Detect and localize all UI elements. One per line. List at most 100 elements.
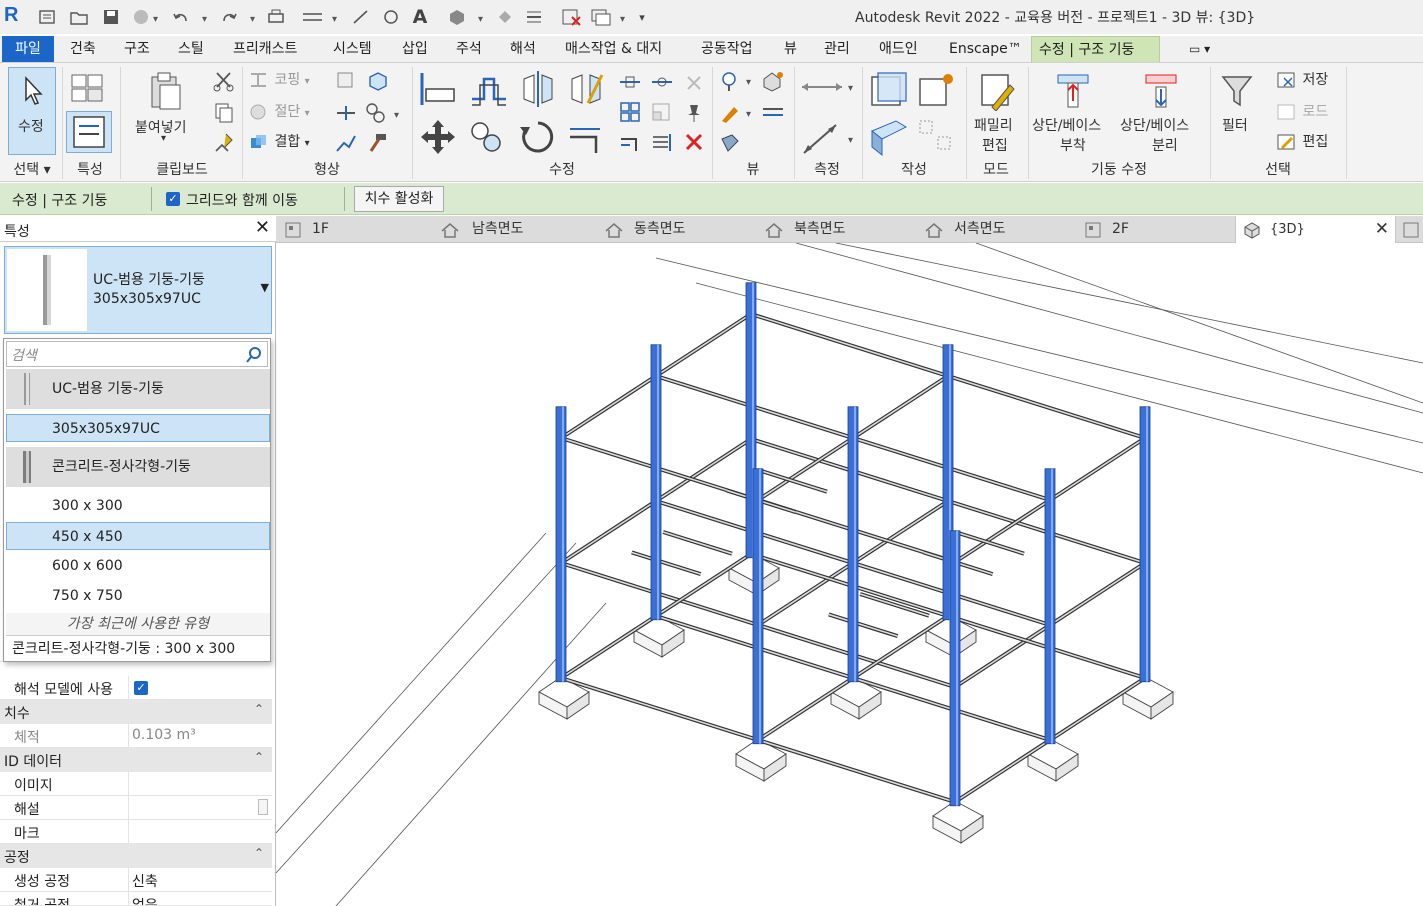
type-option[interactable]: 750 x 750 <box>6 582 270 610</box>
prop-group-id-data[interactable]: ID 데이터 ⌃ <box>0 748 272 772</box>
structural-column[interactable] <box>847 406 859 683</box>
measure-between-icon[interactable]: ▾ <box>800 73 858 103</box>
aligned-dimension-icon[interactable]: ▾ <box>800 121 858 157</box>
copy-element-icon[interactable] <box>466 117 506 157</box>
structural-column[interactable] <box>1044 468 1056 745</box>
mirror-axis-icon[interactable] <box>518 69 558 109</box>
print-icon[interactable] <box>264 6 288 28</box>
redo-icon[interactable]: ▾ <box>220 6 260 28</box>
selection-box-icon[interactable] <box>760 69 786 93</box>
split-element-icon[interactable] <box>618 71 642 93</box>
close-view-icon[interactable]: ✕ <box>1375 216 1389 243</box>
save-selection-button[interactable]: 저장 <box>1276 69 1346 91</box>
view-tab-east-elevation[interactable]: 동측면도 <box>602 216 752 243</box>
create-group-icon[interactable] <box>916 117 958 157</box>
paint-icon[interactable]: ▾ <box>364 101 404 125</box>
geometry-box-icon[interactable] <box>366 69 390 93</box>
filter-button[interactable]: 필터 <box>1214 69 1260 157</box>
hammer-icon[interactable] <box>366 131 390 155</box>
tabs-overflow-icon[interactable] <box>1400 216 1422 243</box>
view-tab-1f[interactable]: 1F <box>282 216 432 243</box>
match-type-icon[interactable] <box>212 131 236 155</box>
aligned-dim-icon[interactable] <box>350 6 372 28</box>
view-tab-north-elevation[interactable]: 북측면도 <box>762 216 912 243</box>
prop-row-mark[interactable]: 마크 <box>0 820 272 844</box>
tab-modify-structural-column[interactable]: 수정 | 구조 기둥 <box>1031 36 1160 62</box>
structural-column[interactable] <box>650 344 662 621</box>
home-icon[interactable] <box>36 6 58 28</box>
view-tab-west-elevation[interactable]: 서측면도 <box>922 216 1072 243</box>
measure-qa-icon[interactable]: ▾ <box>300 6 344 28</box>
edit-selection-button[interactable]: 편집 <box>1276 131 1346 153</box>
tab-collaborate[interactable]: 공동작업 <box>694 36 760 62</box>
tab-addins[interactable]: 애드인 <box>872 36 925 62</box>
customize-qa-icon[interactable]: ▾ <box>634 6 650 28</box>
tab-steel[interactable]: 스틸 <box>171 36 211 62</box>
mirror-draw-icon[interactable] <box>566 69 606 109</box>
load-selection-button[interactable]: 로드 <box>1276 101 1346 123</box>
split-gap-icon[interactable] <box>650 71 674 93</box>
paste-button[interactable]: 붙여넣기 ▾ <box>132 67 202 155</box>
section-icon[interactable] <box>494 6 516 28</box>
type-properties-icon[interactable] <box>68 71 108 107</box>
tab-precast[interactable]: 프리캐스트 <box>226 36 304 62</box>
tag-icon[interactable] <box>380 6 402 28</box>
revit-logo-icon[interactable]: R <box>4 4 28 28</box>
unpin-icon[interactable] <box>682 71 706 93</box>
modify-button[interactable]: 수정 <box>8 67 56 155</box>
thin-lines-icon[interactable] <box>522 6 546 28</box>
panel-toggle-icon[interactable]: ▭ ▾ <box>1182 36 1217 62</box>
detach-top-base-button[interactable]: 상단/베이스 분리 <box>1118 69 1206 157</box>
type-option[interactable]: 450 x 450 <box>6 522 270 550</box>
tab-file[interactable]: 파일 <box>2 36 54 62</box>
view-tab-3d[interactable]: {3D} ✕ <box>1235 216 1396 243</box>
structural-column[interactable] <box>752 468 764 745</box>
copy-icon[interactable] <box>212 101 236 125</box>
tab-view[interactable]: 뷰 <box>777 36 804 62</box>
close-icon[interactable]: ✕ <box>255 217 270 238</box>
trim-single-icon[interactable] <box>618 131 642 153</box>
linework-icon[interactable] <box>760 101 786 125</box>
move-icon[interactable] <box>418 117 458 157</box>
tab-annotate[interactable]: 주석 <box>449 36 489 62</box>
panel-select-label[interactable]: 선택 ▾ <box>4 160 60 180</box>
tab-structure[interactable]: 구조 <box>117 36 157 62</box>
trim-extend-icon[interactable] <box>566 117 606 157</box>
3d-viewport[interactable] <box>276 243 1423 906</box>
type-search-input[interactable]: 검색 <box>6 341 268 367</box>
close-hidden-icon[interactable] <box>560 6 584 28</box>
delete-icon[interactable] <box>682 131 706 153</box>
prop-row-comments[interactable]: 해설 <box>0 796 272 820</box>
tab-massing-site[interactable]: 매스작업 & 대지 <box>558 36 669 62</box>
scale-icon[interactable] <box>650 101 674 123</box>
chevron-down-icon[interactable]: ▼ <box>261 281 269 294</box>
prop-group-dimensions[interactable]: 치수 ⌃ <box>0 700 272 724</box>
tab-systems[interactable]: 시스템 <box>326 36 379 62</box>
view-tab-2f[interactable]: 2F <box>1082 216 1232 243</box>
edit-family-button[interactable]: 패밀리 편집 <box>970 69 1024 157</box>
recent-type-option[interactable]: 콘크리트-정사각형-기둥 : 300 x 300 <box>6 637 270 661</box>
view-tab-south-elevation[interactable]: 남측면도 <box>438 216 588 243</box>
tab-architecture[interactable]: 건축 <box>63 36 103 62</box>
sync-icon[interactable]: ▾ <box>130 6 162 28</box>
cut-scissors-icon[interactable] <box>212 69 236 93</box>
undo-icon[interactable]: ▾ <box>172 6 212 28</box>
pin-icon[interactable] <box>682 101 706 123</box>
trim-multiple-icon[interactable] <box>650 131 674 153</box>
tab-analyze[interactable]: 해석 <box>503 36 543 62</box>
type-selector[interactable]: UC-범용 기둥-기둥 305x305x97UC ▼ <box>4 246 272 334</box>
activate-dimensions-button[interactable]: 치수 활성화 <box>354 186 444 212</box>
tab-manage[interactable]: 관리 <box>817 36 857 62</box>
cut-geometry-button[interactable]: 절단 ▾ <box>248 101 338 123</box>
create-parts-icon[interactable] <box>868 117 910 157</box>
prop-row-image[interactable]: 이미지 <box>0 772 272 796</box>
move-with-grid-checkbox[interactable]: ✓ <box>166 192 180 206</box>
wall-joins-icon[interactable] <box>334 69 358 93</box>
structural-column[interactable] <box>949 530 961 807</box>
edit-ellipsis-button[interactable] <box>258 799 268 815</box>
split-face-icon[interactable] <box>334 101 358 125</box>
hide-in-view-icon[interactable]: ▾ <box>718 69 758 93</box>
structural-column[interactable] <box>555 406 567 683</box>
analytical-model-checkbox[interactable]: ✓ <box>134 681 148 695</box>
default-3d-icon[interactable]: ▾ <box>446 6 490 28</box>
